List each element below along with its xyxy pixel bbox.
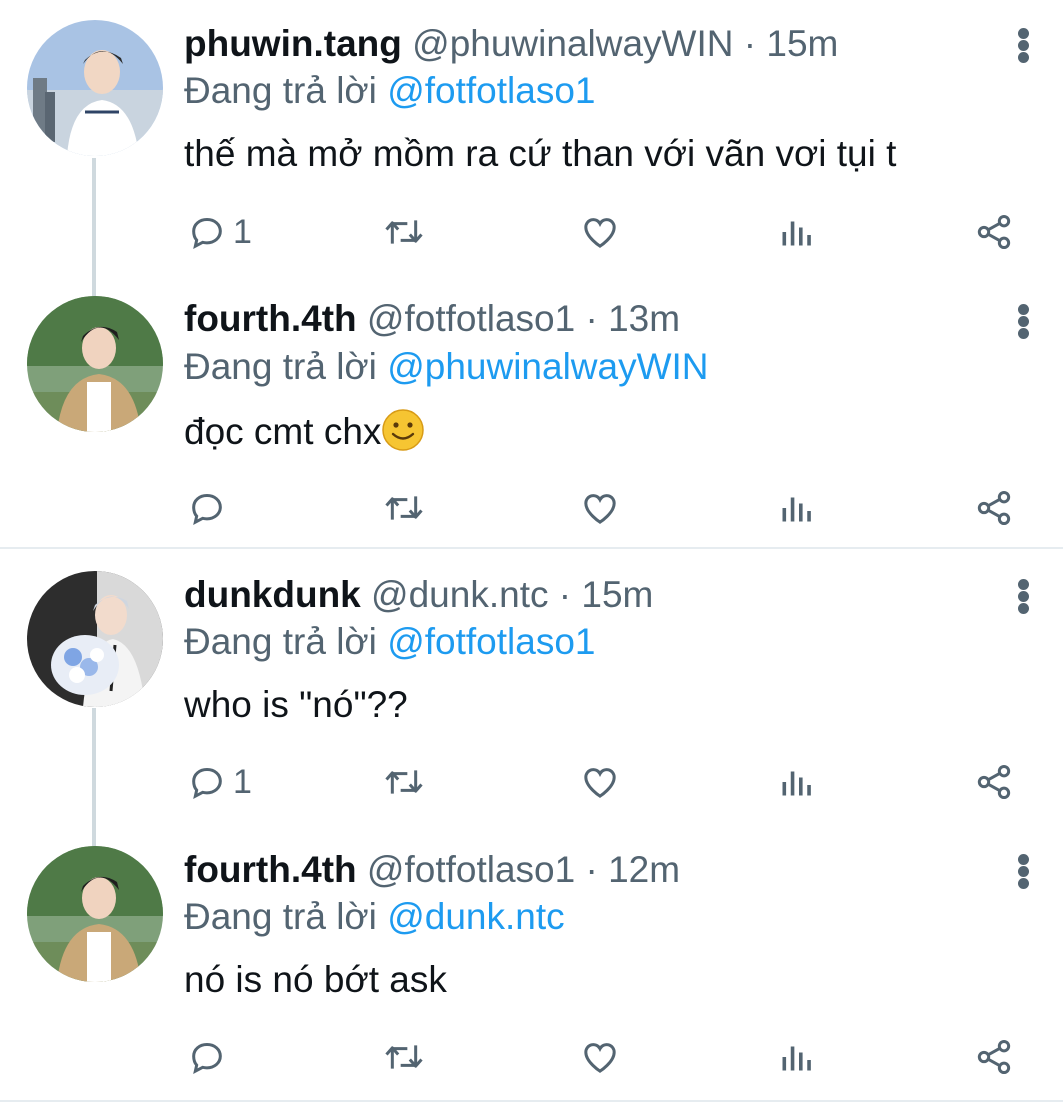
reply-count: 1 <box>233 212 252 251</box>
reply-count: 1 <box>233 762 252 801</box>
share-icon <box>977 1040 1011 1074</box>
analytics-icon <box>782 497 811 522</box>
reply-prefix: Đang trả lời <box>184 70 377 111</box>
retweet-button[interactable] <box>382 1035 426 1079</box>
share-button[interactable] <box>974 486 1014 530</box>
share-icon <box>977 491 1011 525</box>
more-vertical-icon[interactable] <box>1012 577 1036 617</box>
like-button[interactable] <box>580 486 620 530</box>
handle[interactable]: @fotfotlaso1 <box>367 298 575 339</box>
tweet-header: fourth.4th @fotfotlaso1 · 13m <box>184 297 680 341</box>
reply-icon <box>192 217 222 249</box>
retweet-button[interactable] <box>382 760 426 804</box>
tweet-text: who is "nó"?? <box>184 684 408 725</box>
analytics-button[interactable] <box>778 760 814 804</box>
analytics-icon <box>782 1046 811 1071</box>
display-name[interactable]: dunkdunk <box>184 574 361 615</box>
timestamp[interactable]: · 12m <box>585 849 680 890</box>
avatar[interactable] <box>27 20 163 156</box>
retweet-icon <box>385 220 423 244</box>
retweet-icon <box>385 1045 423 1069</box>
reply-button[interactable]: 1 <box>187 210 252 254</box>
reply-prefix: Đang trả lời <box>184 346 377 387</box>
timestamp[interactable]: · 15m <box>744 23 839 64</box>
like-button[interactable] <box>580 760 620 804</box>
tweet-text: nó is nó bớt ask <box>184 959 447 1000</box>
timestamp[interactable]: · 15m <box>559 574 654 615</box>
tweet-text-container: đọc cmt chx <box>184 408 425 454</box>
reply-button[interactable]: 1 <box>187 760 252 804</box>
timestamp[interactable]: · 13m <box>585 298 680 339</box>
reply-mention-link[interactable]: @dunk.ntc <box>387 896 564 937</box>
slightly-smiling-face-emoji <box>382 409 425 451</box>
share-button[interactable] <box>974 1035 1014 1079</box>
reply-context: Đang trả lời @fotfotlaso1 <box>184 69 595 113</box>
reply-context: Đang trả lời @fotfotlaso1 <box>184 620 595 664</box>
like-icon <box>584 218 616 248</box>
reply-mention-link[interactable]: @phuwinalwayWIN <box>387 346 708 387</box>
retweet-icon <box>385 770 423 794</box>
like-button[interactable] <box>580 1035 620 1079</box>
like-button[interactable] <box>580 210 620 254</box>
analytics-button[interactable] <box>778 486 814 530</box>
reply-mention-link[interactable]: @fotfotlaso1 <box>387 70 595 111</box>
analytics-icon <box>782 221 811 246</box>
reply-icon <box>192 493 222 525</box>
share-button[interactable] <box>974 210 1014 254</box>
reply-button[interactable] <box>187 486 233 530</box>
share-button[interactable] <box>974 760 1014 804</box>
analytics-button[interactable] <box>778 210 814 254</box>
reply-context: Đang trả lời @phuwinalwayWIN <box>184 345 709 389</box>
handle[interactable]: @dunk.ntc <box>371 574 548 615</box>
analytics-button[interactable] <box>778 1035 814 1079</box>
tweet-header: fourth.4th @fotfotlaso1 · 12m <box>184 848 680 892</box>
display-name[interactable]: phuwin.tang <box>184 23 402 64</box>
reply-icon <box>192 767 222 799</box>
thread-line <box>92 158 96 296</box>
like-icon <box>584 1043 616 1073</box>
more-vertical-icon[interactable] <box>1012 852 1036 892</box>
reply-icon <box>192 1042 222 1074</box>
share-icon <box>977 215 1011 249</box>
analytics-icon <box>782 771 811 796</box>
share-icon <box>977 765 1011 799</box>
tweet-header: dunkdunk @dunk.ntc · 15m <box>184 573 653 617</box>
thread-divider <box>0 547 1063 549</box>
reply-prefix: Đang trả lời <box>184 621 377 662</box>
reply-button[interactable] <box>187 1035 233 1079</box>
avatar[interactable] <box>27 296 163 432</box>
avatar[interactable] <box>27 846 163 982</box>
like-icon <box>584 494 616 524</box>
retweet-button[interactable] <box>382 210 426 254</box>
handle[interactable]: @phuwinalwayWIN <box>412 23 733 64</box>
avatar[interactable] <box>27 571 163 707</box>
thread-line <box>92 708 96 846</box>
tweet-text: đọc cmt chx <box>184 411 382 452</box>
display-name[interactable]: fourth.4th <box>184 849 357 890</box>
retweet-button[interactable] <box>382 486 426 530</box>
thread-divider <box>0 1100 1063 1102</box>
more-vertical-icon[interactable] <box>1012 26 1036 66</box>
like-icon <box>584 768 616 798</box>
retweet-icon <box>385 496 423 520</box>
tweet-text: thế mà mở mồm ra cứ than với vãn vơi tụi… <box>184 133 897 174</box>
reply-prefix: Đang trả lời <box>184 896 377 937</box>
display-name[interactable]: fourth.4th <box>184 298 357 339</box>
more-vertical-icon[interactable] <box>1012 302 1036 342</box>
tweet-header: phuwin.tang @phuwinalwayWIN · 15m <box>184 22 838 66</box>
reply-mention-link[interactable]: @fotfotlaso1 <box>387 621 595 662</box>
handle[interactable]: @fotfotlaso1 <box>367 849 575 890</box>
reply-context: Đang trả lời @dunk.ntc <box>184 895 565 939</box>
